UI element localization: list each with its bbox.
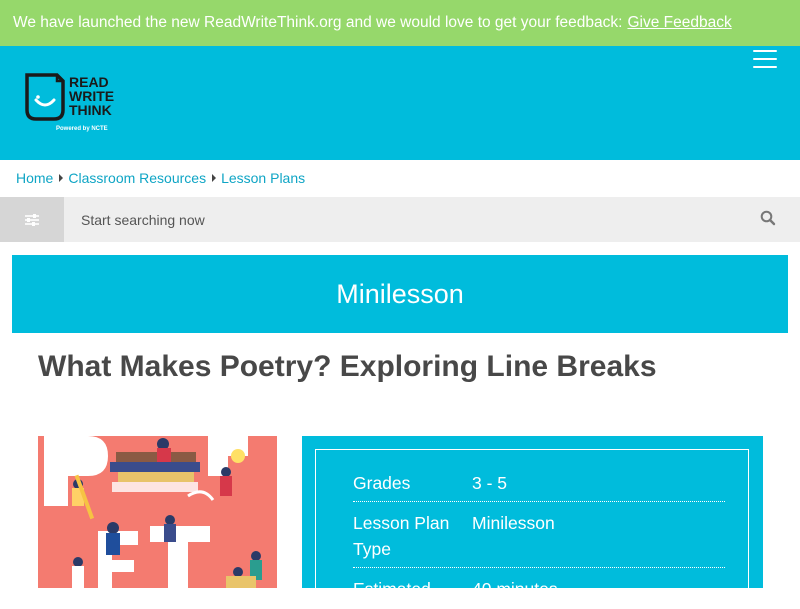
breadcrumb: Home Classroom Resources Lesson Plans <box>16 170 305 186</box>
detail-label: Lesson Plan Type <box>353 513 450 559</box>
detail-value: 3 - 5 <box>472 473 508 493</box>
search-icon[interactable] <box>760 210 776 231</box>
lesson-thumbnail-image <box>38 436 277 588</box>
divider <box>353 567 725 568</box>
banner-text: We have launched the new ReadWriteThink.… <box>13 14 623 31</box>
feedback-banner: We have launched the new ReadWriteThink.… <box>0 0 800 46</box>
lesson-details-frame: Grades 3 - 5 Lesson Plan Type Minilesson… <box>315 449 749 609</box>
filter-button[interactable] <box>0 197 64 242</box>
chevron-right-icon <box>212 174 217 182</box>
detail-value: 40 minutes <box>472 579 558 599</box>
readwritethink-logo[interactable]: READ WRITE THINK Powered by NCTE <box>23 73 123 142</box>
menu-icon[interactable] <box>753 50 777 68</box>
page-title: What Makes Poetry? Exploring Line Breaks <box>38 350 657 383</box>
site-header: READ WRITE THINK Powered by NCTE <box>0 46 800 160</box>
lesson-details-panel: Grades 3 - 5 Lesson Plan Type Minilesson… <box>302 436 763 609</box>
detail-label: Estimated <box>353 579 431 599</box>
search-input[interactable] <box>66 197 746 242</box>
logo-think: THINK <box>69 102 112 118</box>
breadcrumb-home[interactable]: Home <box>16 170 53 186</box>
breadcrumb-lesson-plans[interactable]: Lesson Plans <box>221 170 305 186</box>
detail-value: Minilesson <box>472 513 555 533</box>
resource-type-heading: Minilesson <box>12 255 788 333</box>
breadcrumb-classroom-resources[interactable]: Classroom Resources <box>68 170 206 186</box>
detail-label: Grades <box>353 473 411 493</box>
chevron-right-icon <box>59 174 64 182</box>
divider <box>353 501 725 502</box>
filter-icon <box>25 213 39 226</box>
search-bar <box>0 197 800 242</box>
logo-tagline: Powered by NCTE <box>56 126 108 132</box>
give-feedback-link[interactable]: Give Feedback <box>627 14 731 32</box>
